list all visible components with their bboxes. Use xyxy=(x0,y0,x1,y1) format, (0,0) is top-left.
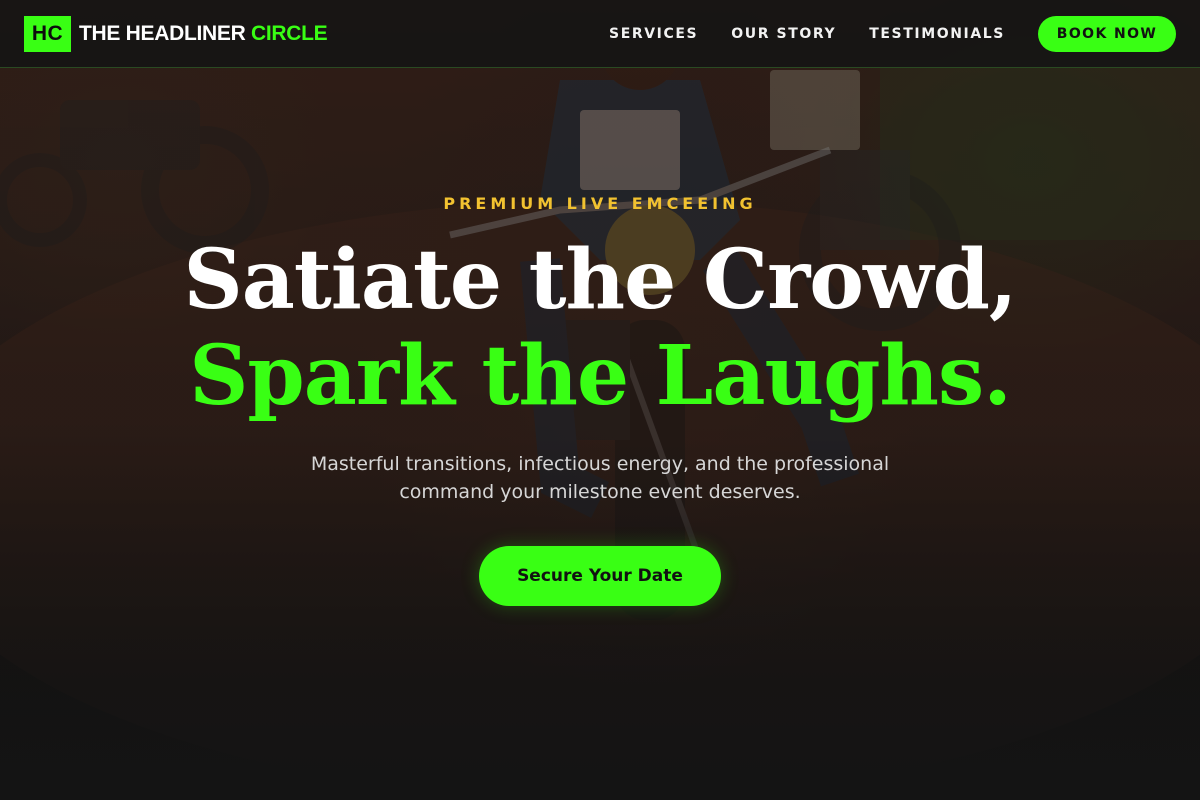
brand-name-main: THE HEADLINER xyxy=(79,22,251,45)
landing-page: HC THE HEADLINER CIRCLE SERVICES OUR STO… xyxy=(0,0,1200,800)
nav-link-our-story[interactable]: OUR STORY xyxy=(731,26,836,42)
brand-name: THE HEADLINER CIRCLE xyxy=(79,22,328,46)
brand-badge: HC xyxy=(24,16,71,52)
hero-eyebrow: PREMIUM LIVE EMCEEING xyxy=(443,194,757,213)
top-navbar: HC THE HEADLINER CIRCLE SERVICES OUR STO… xyxy=(0,0,1200,68)
hero-headline-line1: Satiate the Crowd, xyxy=(183,232,1018,328)
brand-logo-link[interactable]: HC THE HEADLINER CIRCLE xyxy=(24,16,328,52)
secure-your-date-button[interactable]: Secure Your Date xyxy=(479,546,721,606)
nav-link-testimonials[interactable]: TESTIMONIALS xyxy=(869,26,1005,42)
book-now-button[interactable]: BOOK NOW xyxy=(1038,16,1176,52)
nav-link-services[interactable]: SERVICES xyxy=(609,26,698,42)
hero-headline: Satiate the Crowd, Spark the Laughs. xyxy=(0,232,1200,424)
hero-section: PREMIUM LIVE EMCEEING Satiate the Crowd,… xyxy=(0,0,1200,800)
hero-subtitle: Masterful transitions, infectious energy… xyxy=(310,453,890,503)
brand-name-accent: CIRCLE xyxy=(250,22,328,45)
nav-links: SERVICES OUR STORY TESTIMONIALS BOOK NOW xyxy=(609,16,1176,52)
hero-headline-line2: Spark the Laughs. xyxy=(189,328,1012,424)
